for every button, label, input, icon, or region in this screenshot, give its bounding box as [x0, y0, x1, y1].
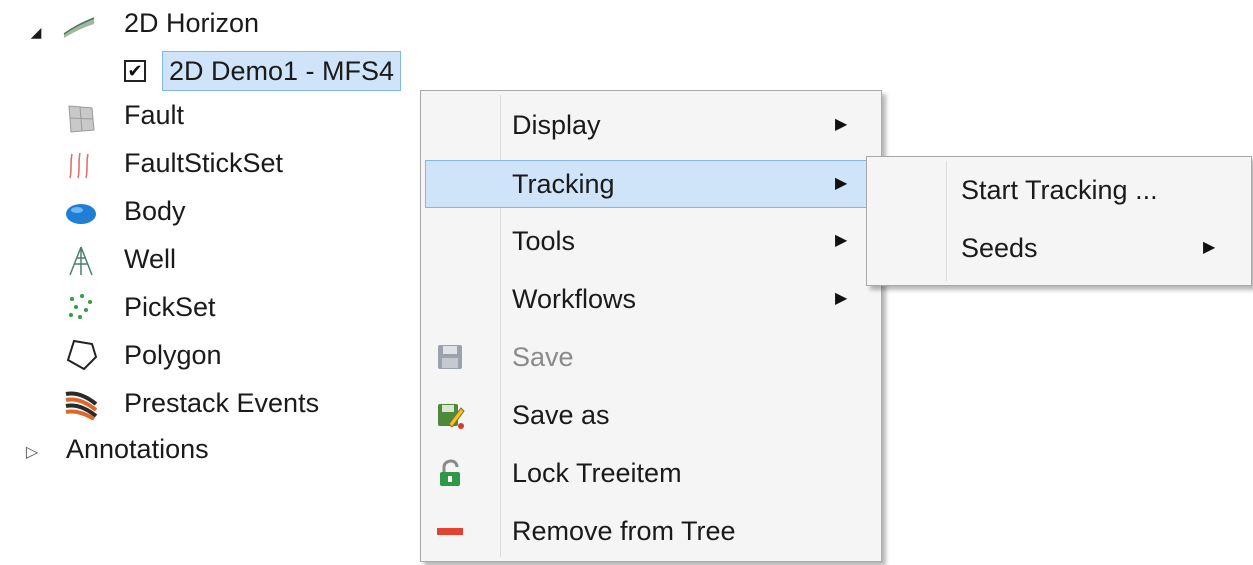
fault-icon [64, 102, 98, 136]
menu-item-start-tracking[interactable]: Start Tracking ... [871, 167, 1247, 215]
save-as-icon [435, 400, 465, 430]
menu-item-save[interactable]: Save [425, 334, 877, 382]
menu-item-label: Save [512, 342, 574, 372]
well-icon [64, 244, 98, 278]
menu-item-label: Start Tracking ... [961, 175, 1158, 205]
tree-item-faultstickset[interactable]: FaultStickSet [124, 148, 283, 179]
submenu-arrow-icon: ▶ [835, 290, 848, 307]
body-icon [64, 196, 98, 230]
menu-item-label: Remove from Tree [512, 516, 736, 546]
menu-item-label: Lock Treeitem [512, 458, 682, 488]
menu-item-label: Tools [512, 226, 576, 256]
menu-item-seeds[interactable]: Seeds ▶ [871, 225, 1247, 273]
menu-item-display[interactable]: Display ▶ [425, 102, 877, 150]
context-menu: Display ▶ Tracking ▶ Tools ▶ Workflows ▶… [420, 90, 882, 562]
checkmark-icon: ✔ [127, 61, 143, 81]
faultstickset-icon [64, 148, 98, 182]
tree-item-2d-demo1-mfs4[interactable]: 2D Demo1 - MFS4 [162, 51, 402, 91]
menu-item-label: Tracking [512, 169, 615, 199]
menu-item-lock-treeitem[interactable]: Lock Treeitem [425, 450, 877, 498]
menu-item-label: Workflows [512, 284, 637, 314]
collapse-arrow-icon[interactable]: ▷ [24, 444, 40, 461]
save-icon [435, 342, 465, 372]
visibility-checkbox[interactable]: ✔ [124, 60, 146, 82]
menu-item-tools[interactable]: Tools ▶ [425, 218, 877, 266]
tree-item-polygon[interactable]: Polygon [124, 340, 222, 371]
lock-icon [435, 458, 465, 488]
submenu-arrow-icon: ▶ [1203, 239, 1216, 256]
expand-arrow-icon[interactable]: ◢ [28, 24, 44, 40]
tree-item-2d-horizon[interactable]: 2D Horizon [124, 8, 259, 39]
tree-item-prestack-events[interactable]: Prestack Events [124, 388, 319, 419]
menu-item-label: Save as [512, 400, 610, 430]
horizon-icon [62, 10, 96, 44]
prestack-events-icon [64, 386, 98, 420]
menu-item-remove-from-tree[interactable]: Remove from Tree [425, 508, 877, 556]
tree-item-annotations[interactable]: Annotations [66, 434, 209, 465]
pickset-icon [64, 290, 98, 324]
remove-icon [435, 516, 465, 546]
submenu-arrow-icon: ▶ [835, 116, 848, 133]
menu-item-tracking[interactable]: Tracking ▶ [425, 160, 877, 208]
tracking-submenu: Start Tracking ... Seeds ▶ [866, 156, 1252, 286]
menu-item-label: Display [512, 110, 601, 140]
menu-item-save-as[interactable]: Save as [425, 392, 877, 440]
tree-item-fault[interactable]: Fault [124, 100, 184, 131]
tree-item-pickset[interactable]: PickSet [124, 292, 216, 323]
submenu-arrow-icon: ▶ [835, 175, 848, 192]
menu-item-label: Seeds [961, 233, 1038, 263]
submenu-arrow-icon: ▶ [835, 232, 848, 249]
menu-item-workflows[interactable]: Workflows ▶ [425, 276, 877, 324]
tree-item-well[interactable]: Well [124, 244, 176, 275]
tree-item-body[interactable]: Body [124, 196, 186, 227]
polygon-icon [64, 338, 98, 372]
